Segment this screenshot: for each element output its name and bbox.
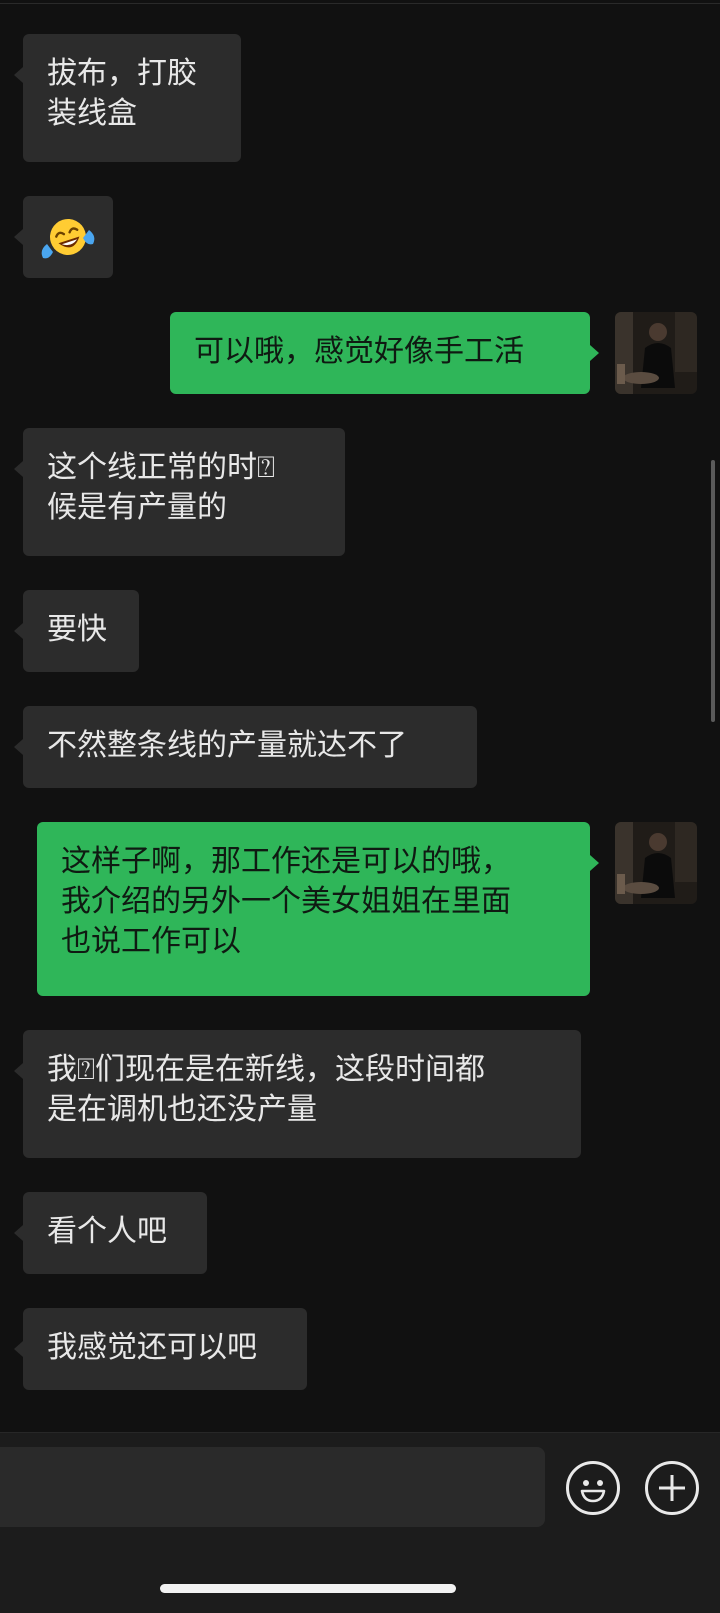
incoming-message[interactable]: 不然整条线的产量就达不了 [14,706,477,788]
top-divider [0,3,720,4]
more-button[interactable] [645,1461,699,1515]
crying-laughing-face-icon [41,219,95,259]
smiley-face-icon [580,1480,606,1503]
message-line: 我⍰们现在是在新线，这段时间都 [47,1052,485,1087]
message-line: 看个人吧 [47,1214,167,1249]
incoming-message[interactable]: 要快 [14,590,139,672]
message-line: 候是有产量的 [47,490,227,525]
message-input[interactable] [0,1447,545,1527]
message-line: 我介绍的另外一个美女姐姐在里面 [61,884,511,919]
message-line: 要快 [47,612,107,647]
outgoing-message[interactable]: 这样子啊，那工作还是可以的哦， 我介绍的另外一个美女姐姐在里面 也说工作可以 [37,822,599,996]
avatar-photo [615,312,697,394]
emoji-button[interactable] [566,1461,620,1515]
message-line: 这样子啊，那工作还是可以的哦， [61,844,511,879]
incoming-message[interactable]: 这个线正常的时⍰ 候是有产量的 [14,428,345,556]
incoming-message[interactable]: 我感觉还可以吧 [14,1308,307,1390]
message-line: 装线盒 [47,96,137,131]
incoming-emoji-message[interactable] [14,196,113,278]
message-line: 也说工作可以 [61,924,241,959]
scrollbar[interactable] [711,460,715,722]
incoming-message[interactable]: 看个人吧 [14,1192,207,1274]
message-line: 我感觉还可以吧 [47,1330,257,1365]
incoming-message[interactable]: 我⍰们现在是在新线，这段时间都 是在调机也还没产量 [14,1030,581,1158]
avatar[interactable] [615,312,697,394]
message-line: 不然整条线的产量就达不了 [47,728,407,763]
message-line: 这个线正常的时⍰ [47,450,275,485]
home-indicator[interactable] [160,1584,456,1593]
incoming-message[interactable]: 拔布，打胶 装线盒 [14,34,241,162]
avatar-photo [615,822,697,904]
outgoing-message[interactable]: 可以哦，感觉好像手工活 [170,312,599,394]
message-line: 可以哦，感觉好像手工活 [194,334,524,369]
message-line: 拔布，打胶 [47,56,197,91]
message-line: 是在调机也还没产量 [47,1092,317,1127]
avatar[interactable] [615,822,697,904]
plus-icon [659,1475,685,1501]
